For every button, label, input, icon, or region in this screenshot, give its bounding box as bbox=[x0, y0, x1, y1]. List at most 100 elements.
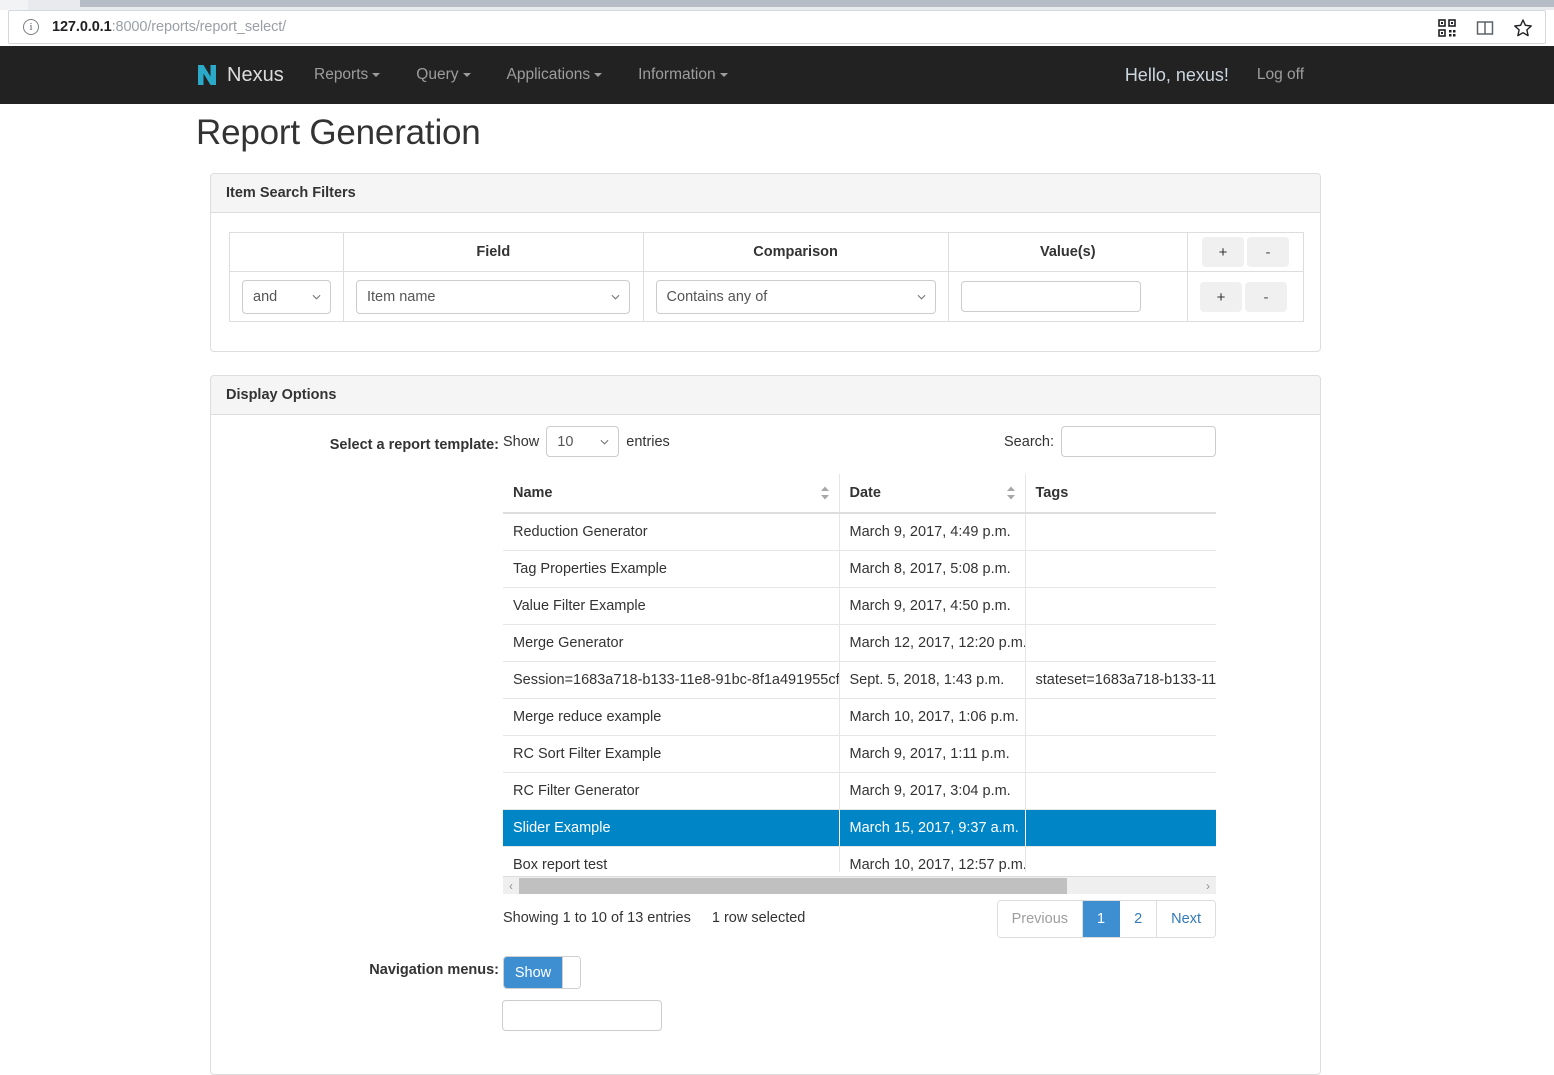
comparison-select[interactable]: Contains any of bbox=[655, 279, 936, 314]
table-info-text: Showing 1 to 10 of 13 entries bbox=[503, 910, 691, 926]
tab-strip-left-edge bbox=[0, 0, 28, 10]
browser-tab-strip bbox=[0, 0, 1554, 10]
pagination-previous[interactable]: Previous bbox=[997, 901, 1084, 937]
nav-item-information[interactable]: Information bbox=[620, 46, 746, 104]
chevron-down-icon bbox=[917, 294, 926, 300]
navigation-menus-toggle[interactable]: Show bbox=[503, 956, 581, 989]
scroll-left-arrow-icon[interactable]: ‹ bbox=[503, 879, 519, 893]
display-options-panel: Display Options Select a report template… bbox=[210, 375, 1321, 1075]
nav-user-area: Hello, nexus! Log off bbox=[1111, 46, 1318, 104]
cell-name: Reduction Generator bbox=[503, 512, 840, 551]
cell-tags bbox=[1025, 624, 1216, 662]
sort-both-icon bbox=[1006, 486, 1015, 500]
cell-tags bbox=[1025, 846, 1216, 872]
cell-name: Session=1683a718-b133-11e8-91bc-8f1a4919… bbox=[503, 661, 840, 699]
filters-header-actions: + - bbox=[1187, 232, 1304, 272]
partially-visible-input[interactable] bbox=[502, 1000, 662, 1031]
nav-item-query[interactable]: Query bbox=[398, 46, 488, 104]
report-table-body: Reduction Generator March 9, 2017, 4:49 … bbox=[503, 512, 1216, 872]
display-options-title: Display Options bbox=[211, 376, 1320, 415]
table-row[interactable]: Reduction Generator March 9, 2017, 4:49 … bbox=[503, 512, 1216, 551]
user-greeting: Hello, nexus! bbox=[1124, 64, 1229, 85]
table-row-selected[interactable]: Slider Example March 15, 2017, 9:37 a.m. bbox=[503, 809, 1216, 847]
filters-header-field: Field bbox=[343, 232, 644, 272]
report-table-scroll-container[interactable]: Name Date Tags Reduction Generator March… bbox=[503, 474, 1216, 872]
entries-per-page-select[interactable]: 10 bbox=[546, 426, 620, 457]
add-filter-row-button[interactable]: + bbox=[1200, 281, 1242, 312]
report-template-label: Select a report template: bbox=[329, 437, 499, 453]
cell-tags bbox=[1025, 550, 1216, 588]
browser-url-bar[interactable]: i 127.0.0.1:8000/reports/report_select/ bbox=[8, 10, 1546, 44]
navigation-menus-label: Navigation menus: bbox=[369, 962, 499, 978]
toggle-knob[interactable] bbox=[562, 957, 580, 988]
url-text: 127.0.0.1:8000/reports/report_select/ bbox=[52, 19, 286, 35]
cell-date: March 10, 2017, 1:06 p.m. bbox=[839, 698, 1026, 736]
cell-name: RC Filter Generator bbox=[503, 772, 840, 810]
table-info: Showing 1 to 10 of 13 entries 1 row sele… bbox=[503, 910, 805, 926]
site-info-icon[interactable]: i bbox=[23, 19, 39, 35]
filter-row: and Item name Contains any of + - bbox=[229, 271, 1304, 322]
table-selected-count: 1 row selected bbox=[711, 910, 806, 926]
cell-tags bbox=[1025, 512, 1216, 551]
qr-code-icon[interactable] bbox=[1437, 18, 1457, 38]
filters-header-comparison: Comparison bbox=[642, 232, 949, 272]
table-row[interactable]: Tag Properties Example March 8, 2017, 5:… bbox=[503, 550, 1216, 588]
chevron-down-icon bbox=[594, 72, 603, 77]
column-header-name[interactable]: Name bbox=[503, 474, 840, 514]
table-row[interactable]: RC Sort Filter Example March 9, 2017, 1:… bbox=[503, 735, 1216, 773]
cell-name: Value Filter Example bbox=[503, 587, 840, 625]
cell-date: March 9, 2017, 1:11 p.m. bbox=[839, 735, 1026, 773]
remove-filter-row-button-header[interactable]: - bbox=[1247, 237, 1289, 267]
remove-filter-row-button[interactable]: - bbox=[1245, 281, 1287, 312]
nav-links: Reports Query Applications Information bbox=[296, 46, 746, 104]
url-path: :8000/reports/report_select/ bbox=[111, 19, 287, 35]
field-select[interactable]: Item name bbox=[356, 279, 630, 314]
filter-boolean-cell: and bbox=[229, 271, 344, 322]
scrollbar-thumb[interactable] bbox=[519, 877, 1068, 894]
table-row[interactable]: Session=1683a718-b133-11e8-91bc-8f1a4919… bbox=[503, 661, 1216, 699]
column-header-date[interactable]: Date bbox=[839, 474, 1026, 514]
scrollbar-track[interactable] bbox=[519, 877, 1200, 894]
bookmark-star-icon[interactable] bbox=[1513, 18, 1533, 38]
scroll-right-arrow-icon[interactable]: › bbox=[1200, 879, 1216, 893]
boolean-operator-select[interactable]: and bbox=[242, 279, 331, 314]
column-header-date-label: Date bbox=[849, 485, 881, 501]
column-header-tags[interactable]: Tags bbox=[1025, 474, 1216, 514]
table-row[interactable]: RC Filter Generator March 9, 2017, 3:04 … bbox=[503, 772, 1216, 810]
filters-header-row: Field Comparison Value(s) + - bbox=[229, 232, 1304, 272]
sort-both-icon bbox=[820, 486, 829, 500]
column-header-tags-label: Tags bbox=[1035, 485, 1069, 501]
brand-link[interactable]: Nexus bbox=[196, 46, 284, 104]
entries-label: entries bbox=[626, 433, 670, 450]
pagination-next[interactable]: Next bbox=[1157, 901, 1215, 937]
filter-value-input[interactable] bbox=[960, 281, 1141, 312]
boolean-operator-value: and bbox=[253, 288, 278, 305]
cell-name: Merge reduce example bbox=[503, 698, 840, 736]
nav-item-applications[interactable]: Applications bbox=[489, 46, 621, 104]
nav-item-reports[interactable]: Reports bbox=[296, 46, 398, 104]
filters-header-button-group: + - bbox=[1202, 237, 1289, 267]
cell-tags bbox=[1025, 772, 1216, 810]
filter-actions-cell: + - bbox=[1187, 271, 1304, 322]
table-row[interactable]: Value Filter Example March 9, 2017, 4:50… bbox=[503, 587, 1216, 625]
table-row[interactable]: Merge reduce example March 10, 2017, 1:0… bbox=[503, 698, 1216, 736]
logoff-link[interactable]: Log off bbox=[1243, 66, 1318, 84]
table-search-input[interactable] bbox=[1061, 426, 1216, 457]
table-row[interactable]: Merge Generator March 12, 2017, 12:20 p.… bbox=[503, 624, 1216, 662]
cell-tags bbox=[1025, 698, 1216, 736]
navigation-menus-toggle-label: Show bbox=[504, 957, 562, 988]
pagination-page-1[interactable]: 1 bbox=[1083, 901, 1121, 937]
active-browser-tab[interactable] bbox=[80, 0, 1554, 7]
cell-date: March 10, 2017, 12:57 p.m. bbox=[839, 846, 1026, 872]
add-filter-row-button-header[interactable]: + bbox=[1202, 237, 1244, 267]
chevron-down-icon bbox=[372, 72, 381, 77]
url-host: 127.0.0.1 bbox=[52, 19, 112, 35]
chevron-down-icon bbox=[600, 439, 609, 445]
table-row[interactable]: Box report test March 10, 2017, 12:57 p.… bbox=[503, 846, 1216, 872]
item-search-filters-title: Item Search Filters bbox=[211, 174, 1320, 213]
reader-view-icon[interactable] bbox=[1475, 18, 1495, 38]
table-horizontal-scrollbar[interactable]: ‹ › bbox=[503, 876, 1216, 894]
site-navbar: Nexus Reports Query Applications Informa… bbox=[0, 46, 1554, 104]
pagination-page-2[interactable]: 2 bbox=[1120, 901, 1158, 937]
cell-tags bbox=[1025, 809, 1216, 847]
